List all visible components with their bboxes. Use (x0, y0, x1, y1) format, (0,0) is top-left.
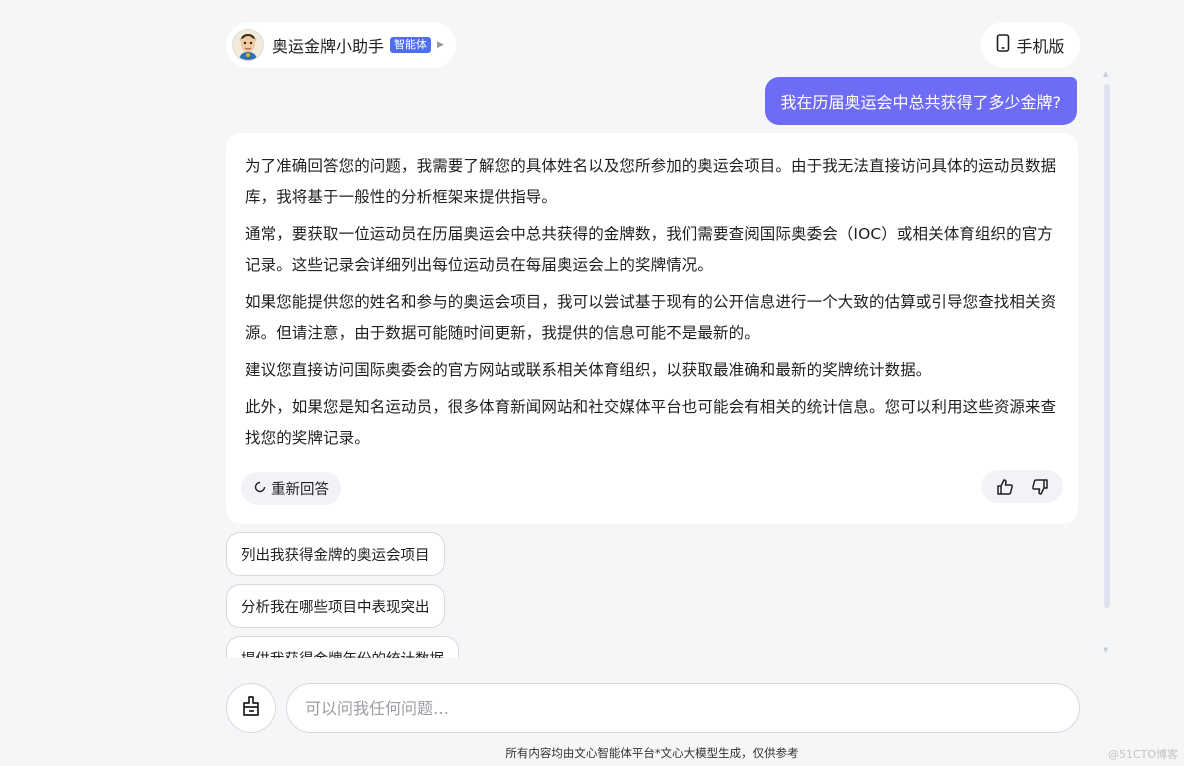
clear-context-button[interactable] (226, 683, 276, 733)
answer-paragraph: 通常，要获取一位运动员在历届奥运会中总共获得的金牌数，我们需要查阅国际奥委会（I… (245, 225, 1053, 274)
chat-input[interactable] (286, 683, 1080, 733)
suggestion-chip[interactable]: 分析我在哪些项目中表现突出 (226, 584, 445, 628)
thumbs-up-icon[interactable] (995, 477, 1015, 497)
suggestion-list: 列出我获得金牌的奥运会项目 分析我在哪些项目中表现突出 提供我获得金牌年份的统计… (226, 532, 626, 658)
suggestion-chip[interactable]: 提供我获得金牌年份的统计数据 (226, 636, 459, 658)
suggestion-chip[interactable]: 列出我获得金牌的奥运会项目 (226, 532, 445, 576)
mobile-version-label: 手机版 (1016, 37, 1065, 56)
feedback-group (981, 470, 1063, 503)
mobile-version-button[interactable]: 手机版 (981, 22, 1080, 68)
assistant-answer-card: 为了准确回答您的问题，我需要了解您的具体姓名以及您所参加的奥运会项目。由于我无法… (226, 133, 1078, 524)
thumbs-down-icon[interactable] (1030, 477, 1050, 497)
agent-badge: 智能体 (390, 37, 432, 53)
answer-paragraph: 如果您能提供您的姓名和参与的奥运会项目，我可以尝试基于现有的公开信息进行一个大致… (245, 293, 1057, 342)
scroll-up-arrow[interactable]: ▲ (1103, 70, 1108, 78)
user-message-bubble: 我在历届奥运会中总共获得了多少金牌? (764, 77, 1077, 125)
scroll-down-arrow[interactable]: ▼ (1103, 646, 1108, 654)
agent-name: 奥运金牌小助手 (272, 37, 385, 56)
scrollbar-thumb[interactable] (1104, 84, 1110, 608)
regenerate-label: 重新回答 (271, 482, 329, 498)
answer-paragraph: 此外，如果您是知名运动员，很多体育新闻网站和社交媒体平台也可能会有相关的统计信息… (245, 398, 1057, 447)
agent-avatar (232, 29, 264, 61)
answer-paragraph: 为了准确回答您的问题，我需要了解您的具体姓名以及您所参加的奥运会项目。由于我无法… (245, 157, 1057, 206)
answer-paragraph: 建议您直接访问国际奥委会的官方网站或联系相关体育组织，以获取最准确和最新的奖牌统… (245, 361, 932, 379)
broom-icon (240, 695, 262, 721)
refresh-icon (253, 480, 267, 498)
phone-icon (996, 34, 1010, 56)
agent-header[interactable]: 奥运金牌小助手 智能体 ▶ (226, 22, 456, 68)
chat-page: 奥运金牌小助手 智能体 ▶ 手机版 ▲ ▼ 我在历届奥运会中总共获得了多少金牌?… (0, 0, 1184, 766)
watermark: @51CTO博客 (1107, 748, 1178, 761)
chevron-right-icon: ▶ (437, 40, 444, 50)
disclaimer-text: 所有内容均由文心智能体平台*文心大模型生成，仅供参考 (505, 746, 799, 760)
regenerate-button[interactable]: 重新回答 (241, 472, 341, 505)
